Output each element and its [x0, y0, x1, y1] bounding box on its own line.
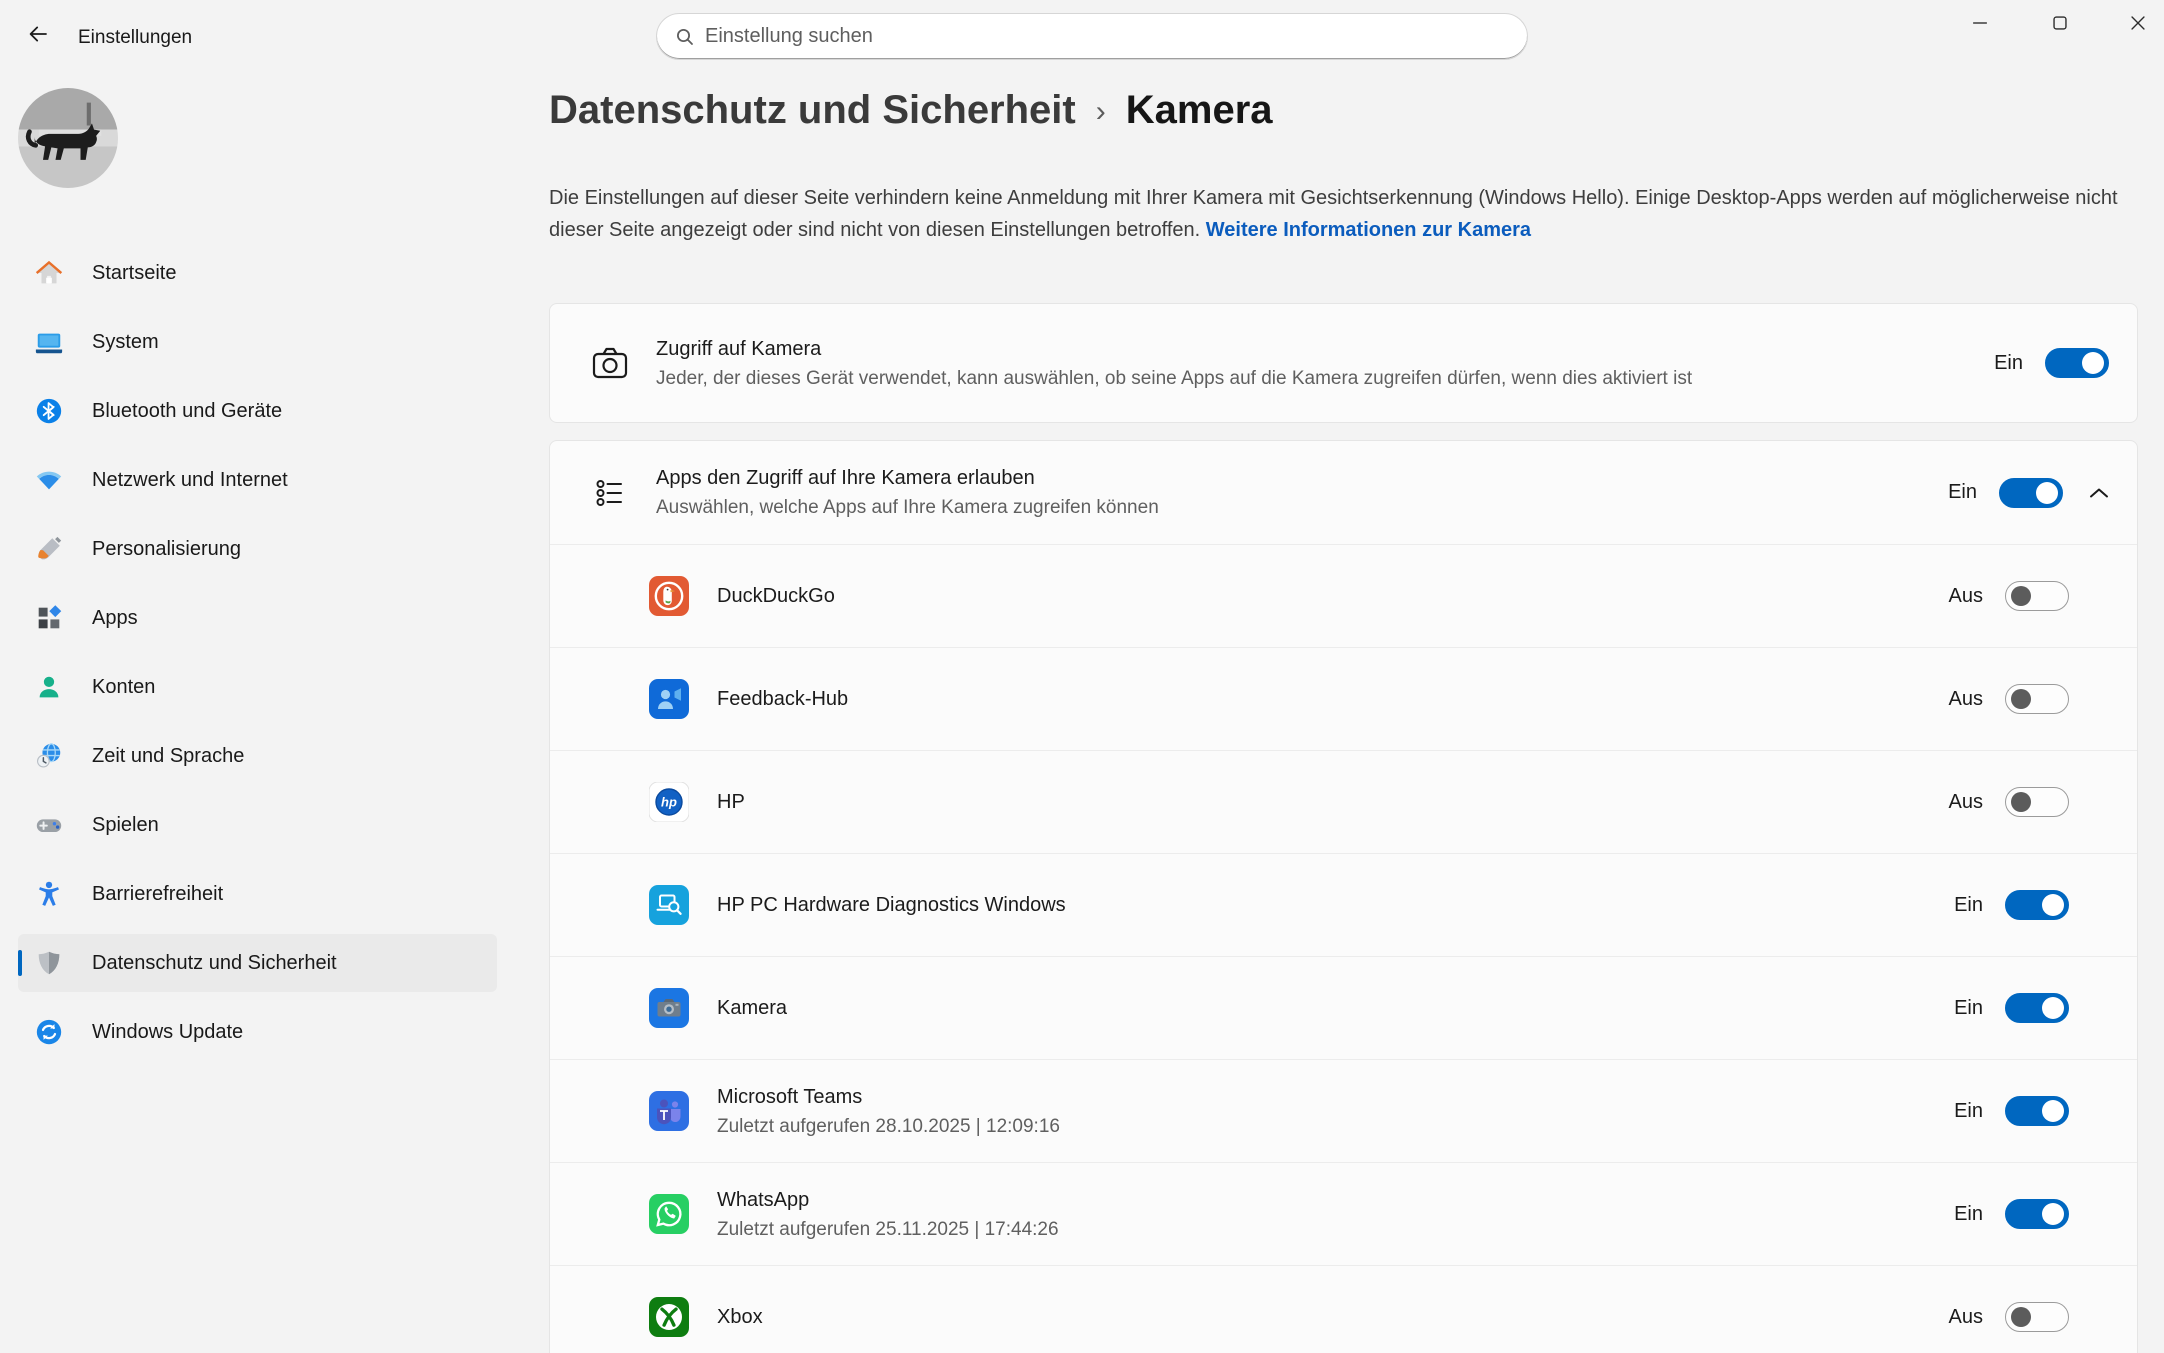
camera-outline-icon: [588, 341, 632, 385]
sidebar-nav: Startseite System Bluetooth und Geräte N…: [0, 244, 510, 1072]
learn-more-link[interactable]: Weitere Informationen zur Kamera: [1206, 219, 1531, 241]
app-title: Einstellungen: [78, 27, 192, 49]
duckduckgo-icon: [649, 576, 689, 616]
breadcrumb-parent[interactable]: Datenschutz und Sicherheit: [549, 88, 1076, 133]
sidebar-item-bluetooth-und-ger-te[interactable]: Bluetooth und Geräte: [18, 382, 497, 440]
sidebar-item-system[interactable]: System: [18, 313, 497, 371]
apps-access-title: Apps den Zugriff auf Ihre Kamera erlaube…: [656, 464, 1159, 492]
toggle[interactable]: [2005, 787, 2069, 817]
accessibility-icon: [34, 879, 64, 909]
sidebar-item-apps[interactable]: Apps: [18, 589, 497, 647]
app-row-hp-pc-hardware-diagnostics-windows: HP PC Hardware Diagnostics Windows Ein: [550, 853, 2137, 956]
app-row-whatsapp: WhatsApp Zuletzt aufgerufen 25.11.2025 |…: [550, 1162, 2137, 1265]
close-button[interactable]: [2105, 4, 2164, 42]
chevron-up-icon[interactable]: [2089, 486, 2109, 500]
minimize-button[interactable]: [1947, 4, 2013, 42]
toggle[interactable]: [2005, 1302, 2069, 1332]
toggle[interactable]: [2005, 890, 2069, 920]
selected-indicator: [18, 950, 22, 976]
search-input[interactable]: [705, 14, 1505, 59]
home-icon: [34, 258, 64, 288]
user-avatar: [18, 88, 118, 188]
minimize-icon: [1969, 12, 1991, 34]
maximize-icon: [2049, 12, 2071, 34]
apps-access-state-label: Ein: [1948, 481, 1977, 504]
sidebar-item-datenschutz-und-sicherheit[interactable]: Datenschutz und Sicherheit: [18, 934, 497, 992]
app-row-duckduckgo: DuckDuckGo Aus: [550, 544, 2137, 647]
camera-access-card: Zugriff auf Kamera Jeder, der dieses Ger…: [549, 303, 2138, 423]
sidebar-item-windows-update[interactable]: Windows Update: [18, 1003, 497, 1061]
app-row-kamera: Kamera Ein: [550, 956, 2137, 1059]
back-button[interactable]: [16, 16, 60, 52]
sidebar-item-konten[interactable]: Konten: [18, 658, 497, 716]
camera-access-description: Jeder, der dieses Gerät verwendet, kann …: [656, 366, 1692, 392]
search-icon: [675, 27, 695, 47]
toggle[interactable]: [2005, 1199, 2069, 1229]
apps-access-expander-row[interactable]: Apps den Zugriff auf Ihre Kamera erlaube…: [550, 441, 2137, 544]
search-box: [656, 13, 1528, 60]
cat-photo: [18, 88, 118, 188]
sidebar-item-personalisierung[interactable]: Personalisierung: [18, 520, 497, 578]
network-icon: [34, 465, 64, 495]
camera-access-state-label: Ein: [1994, 352, 2023, 375]
app-row-xbox: Xbox Aus: [550, 1265, 2137, 1353]
feedback-hub-icon: [649, 679, 689, 719]
breadcrumb-separator-icon: ›: [1096, 95, 1106, 129]
sidebar-item-spielen[interactable]: Spielen: [18, 796, 497, 854]
toggle[interactable]: [2005, 1096, 2069, 1126]
svg-text:hp: hp: [661, 795, 677, 810]
toggle[interactable]: [2005, 581, 2069, 611]
windows-update-icon: [34, 1017, 64, 1047]
bluetooth-icon: [34, 396, 64, 426]
teams-icon: [649, 1091, 689, 1131]
sidebar-item-zeit-und-sprache[interactable]: Zeit und Sprache: [18, 727, 497, 785]
personalization-icon: [34, 534, 64, 564]
camera-access-title: Zugriff auf Kamera: [656, 335, 1692, 363]
maximize-button[interactable]: [2027, 4, 2093, 42]
app-list-icon: [588, 471, 632, 515]
camera-access-toggle[interactable]: [2045, 348, 2109, 378]
hp-diagnostics-icon: [649, 885, 689, 925]
sidebar-item-netzwerk-und-internet[interactable]: Netzwerk und Internet: [18, 451, 497, 509]
app-row-microsoft-teams: Microsoft Teams Zuletzt aufgerufen 28.10…: [550, 1059, 2137, 1162]
privacy-icon: [34, 948, 64, 978]
xbox-icon: [649, 1297, 689, 1337]
camera-app-icon: [649, 988, 689, 1028]
apps-icon: [34, 603, 64, 633]
system-icon: [34, 327, 64, 357]
close-icon: [2127, 12, 2149, 34]
whatsapp-icon: [649, 1194, 689, 1234]
apps-access-description: Auswählen, welche Apps auf Ihre Kamera z…: [656, 495, 1159, 521]
time-language-icon: [34, 741, 64, 771]
app-row-feedback-hub: Feedback-Hub Aus: [550, 647, 2137, 750]
sidebar-item-barrierefreiheit[interactable]: Barrierefreiheit: [18, 865, 497, 923]
apps-access-card: Apps den Zugriff auf Ihre Kamera erlaube…: [549, 440, 2138, 1353]
app-row-hp: hp HP Aus: [550, 750, 2137, 853]
page-title: Kamera: [1126, 88, 1273, 133]
settings-window: Einstellungen Startseite System Blue: [0, 0, 2164, 1353]
accounts-icon: [34, 672, 64, 702]
toggle[interactable]: [2005, 993, 2069, 1023]
gaming-icon: [34, 810, 64, 840]
apps-access-toggle[interactable]: [1999, 478, 2063, 508]
sidebar-item-startseite[interactable]: Startseite: [18, 244, 497, 302]
breadcrumb: Datenschutz und Sicherheit › Kamera: [549, 88, 1273, 133]
toggle[interactable]: [2005, 684, 2069, 714]
page-description: Die Einstellungen auf dieser Seite verhi…: [549, 182, 2149, 246]
back-arrow-icon: [26, 22, 50, 46]
app-rows: DuckDuckGo Aus Feedback-Hub Aus hp HP Au…: [550, 544, 2137, 1353]
hp-icon: hp: [649, 782, 689, 822]
